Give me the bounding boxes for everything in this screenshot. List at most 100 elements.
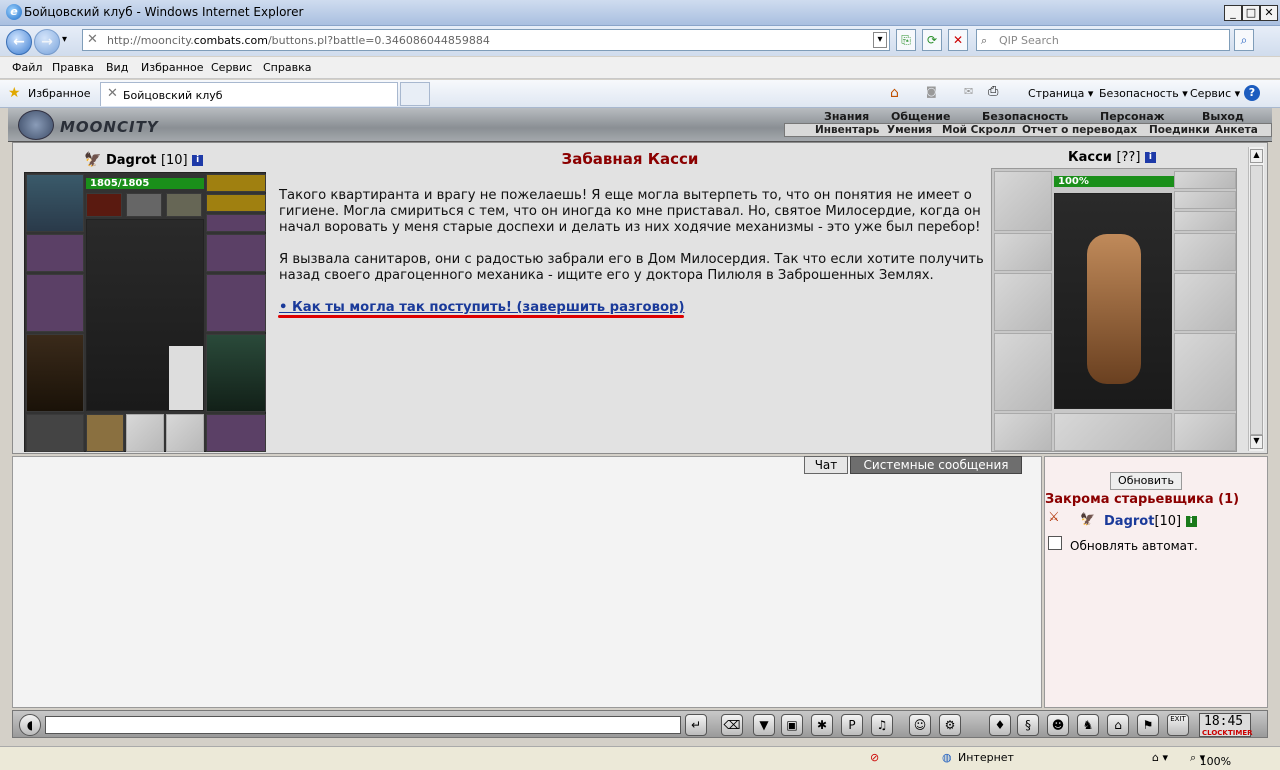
gloves-slot[interactable]: [206, 234, 266, 272]
subnav-my-scroll[interactable]: Мой Скролл: [942, 124, 1016, 136]
address-dropdown-icon[interactable]: ▾: [873, 32, 887, 48]
buff-slot-2[interactable]: [126, 193, 162, 217]
bag-icon[interactable]: ♦: [989, 714, 1011, 736]
compat-view-icon[interactable]: ⎘: [896, 29, 916, 51]
page-menu[interactable]: Страница ▾: [1028, 87, 1093, 100]
nav-character[interactable]: Персонаж: [1100, 110, 1165, 123]
new-tab-button[interactable]: [400, 82, 430, 106]
npc-boots-slot[interactable]: [1174, 413, 1236, 451]
rings-slot[interactable]: [206, 214, 266, 232]
necklace-slot[interactable]: [206, 194, 266, 212]
filter-icon[interactable]: ▼: [753, 714, 775, 736]
eraser-icon[interactable]: ⌫: [721, 714, 743, 736]
mail-icon[interactable]: ✉: [964, 85, 973, 98]
subnav-profile[interactable]: Анкета: [1215, 124, 1258, 136]
address-input[interactable]: ✕ http://mooncity.combats.com/buttons.pl…: [82, 29, 890, 51]
refresh-icon[interactable]: ⟳: [922, 29, 942, 51]
favorites-button[interactable]: Избранное: [28, 87, 90, 100]
nav-communication[interactable]: Общение: [891, 110, 950, 123]
browser-tab[interactable]: ✕ Бойцовский клуб: [100, 82, 398, 106]
boots-slot[interactable]: [206, 414, 266, 452]
npc-belt-slot[interactable]: [994, 413, 1052, 451]
empty-slot-2[interactable]: [166, 414, 204, 452]
legs-slot[interactable]: [206, 334, 266, 412]
send-icon[interactable]: ↵: [685, 714, 707, 736]
nav-knowledge[interactable]: Знания: [824, 110, 869, 123]
scroll-down-icon[interactable]: ▼: [1250, 435, 1263, 449]
npc-necklace-slot[interactable]: [1174, 191, 1236, 209]
save-icon[interactable]: ▣: [781, 714, 803, 736]
player-name[interactable]: Dagrot: [106, 153, 156, 168]
home-icon[interactable]: ⌂: [890, 85, 899, 101]
scroll-icon[interactable]: §: [1017, 714, 1039, 736]
flag-icon[interactable]: ⚑: [1137, 714, 1159, 736]
online-player-info-icon[interactable]: i: [1185, 516, 1197, 527]
auto-refresh-checkbox[interactable]: [1048, 536, 1062, 550]
menu-edit[interactable]: Правка: [52, 61, 94, 74]
online-player-name[interactable]: Dagrot: [1104, 514, 1154, 529]
npc-gloves-slot[interactable]: [1174, 233, 1236, 271]
weapon-slot[interactable]: [26, 274, 84, 332]
translit-icon[interactable]: P: [841, 714, 863, 736]
menu-file[interactable]: Файл: [12, 61, 42, 74]
npc-rings-slot[interactable]: [1174, 211, 1236, 231]
chat-settings-icon[interactable]: ⚙: [939, 714, 961, 736]
feeds-icon[interactable]: ◙: [926, 85, 937, 98]
stop-icon[interactable]: ✕: [948, 29, 968, 51]
refresh-button[interactable]: Обновить: [1110, 472, 1182, 490]
npc-info-icon[interactable]: i: [1144, 152, 1156, 163]
protected-mode-icon[interactable]: ⌂ ▾: [1152, 751, 1168, 764]
menu-tools[interactable]: Сервис: [211, 61, 252, 74]
dialog-scrollbar[interactable]: ▲ ▼: [1248, 147, 1264, 451]
tab-chat[interactable]: Чат: [804, 456, 848, 474]
smiley-icon[interactable]: ☺: [909, 714, 931, 736]
forward-button[interactable]: →: [34, 29, 60, 55]
house-icon[interactable]: ⌂: [1107, 714, 1129, 736]
subnav-skills[interactable]: Умения: [887, 124, 932, 136]
menu-view[interactable]: Вид: [106, 61, 128, 74]
tools-menu[interactable]: Сервис ▾: [1190, 87, 1240, 100]
online-player[interactable]: Dagrot[10] i: [1104, 514, 1197, 529]
npc-weapon-slot[interactable]: [994, 273, 1052, 331]
search-input[interactable]: ⌕ QIP Search: [976, 29, 1230, 51]
offhand-slot[interactable]: [206, 274, 266, 332]
menu-favorites[interactable]: Избранное: [141, 61, 203, 74]
close-button[interactable]: ✕: [1260, 5, 1278, 21]
scroll-thumb[interactable]: [1250, 165, 1263, 435]
tab-system-messages[interactable]: Системные сообщения: [850, 456, 1022, 474]
empty-slot-1[interactable]: [126, 414, 164, 452]
chat-input[interactable]: [45, 716, 681, 734]
armor-slot[interactable]: [26, 334, 84, 412]
npc-armor-slot[interactable]: [994, 333, 1052, 411]
helmet-slot[interactable]: [26, 174, 84, 232]
player-info-icon[interactable]: i: [192, 155, 204, 166]
history-dropdown-icon[interactable]: ▾: [62, 34, 67, 45]
subnav-inventory[interactable]: Инвентарь: [815, 124, 879, 136]
scroll-up-icon[interactable]: ▲: [1250, 149, 1263, 163]
npc-name[interactable]: Касси: [1068, 150, 1112, 165]
npc-helmet-slot[interactable]: [994, 171, 1052, 231]
npc-emblem-slot[interactable]: [1054, 413, 1172, 451]
subnav-transfers[interactable]: Отчет о переводах: [1022, 124, 1137, 136]
buff-slot-1[interactable]: [86, 193, 122, 217]
attack-icon[interactable]: ⚔: [1048, 510, 1060, 525]
zoom-level[interactable]: ⌕ 100% ▾: [1190, 751, 1231, 768]
timer-label[interactable]: TIMER: [1228, 729, 1253, 737]
npc-earrings-slot[interactable]: [1174, 171, 1236, 189]
npc-shield-slot[interactable]: [1174, 273, 1236, 331]
security-menu[interactable]: Безопасность ▾: [1099, 87, 1188, 100]
mask-icon[interactable]: ☻: [1047, 714, 1069, 736]
npc-legs-slot[interactable]: [1174, 333, 1236, 411]
end-conversation-link[interactable]: • Как ты могла так поступить! (завершить…: [279, 300, 685, 315]
maximize-button[interactable]: □: [1242, 5, 1260, 21]
sound-icon[interactable]: ♫: [871, 714, 893, 736]
minimize-button[interactable]: _: [1224, 5, 1242, 21]
back-button[interactable]: ←: [6, 29, 32, 55]
exit-button[interactable]: EXIT: [1167, 714, 1189, 736]
scroll-slot[interactable]: [86, 414, 124, 452]
bracers-slot[interactable]: [26, 234, 84, 272]
pet-icon[interactable]: ♞: [1077, 714, 1099, 736]
subnav-battles[interactable]: Поединки: [1149, 124, 1210, 136]
menu-help[interactable]: Справка: [263, 61, 311, 74]
npc-bracers-slot[interactable]: [994, 233, 1052, 271]
